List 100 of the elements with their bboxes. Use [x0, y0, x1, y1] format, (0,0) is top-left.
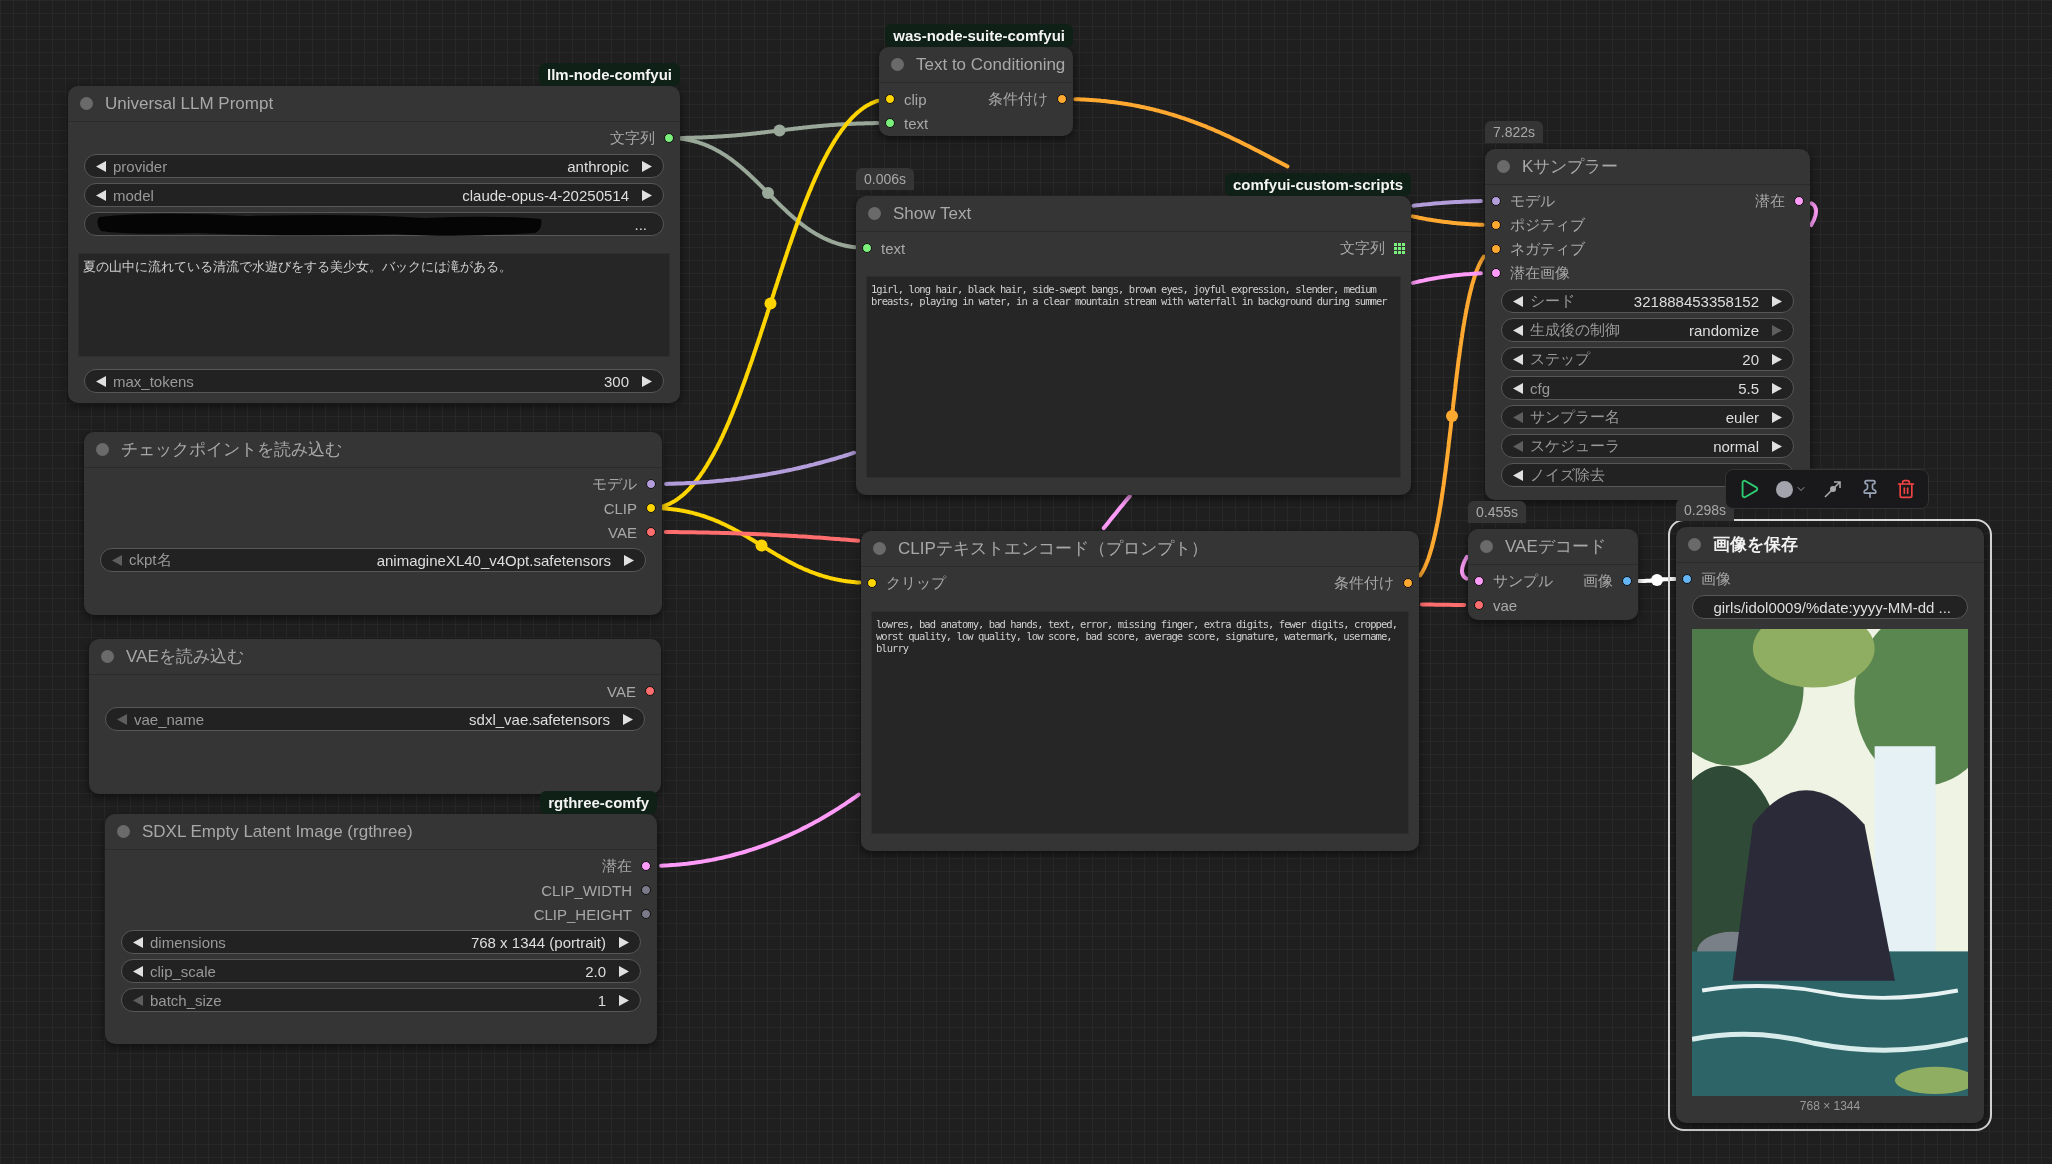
input-port[interactable] [1474, 576, 1484, 586]
combo-widget[interactable]: dimensions 768 x 1344 (portrait) [121, 930, 641, 954]
caret-right-icon[interactable] [1771, 352, 1783, 366]
collapse-dot-icon[interactable] [1480, 540, 1493, 553]
output-port[interactable] [1403, 578, 1413, 588]
caret-left-icon[interactable] [132, 964, 144, 978]
output-port[interactable] [1794, 196, 1804, 206]
output-port[interactable] [641, 861, 651, 871]
link-midpoint-dot[interactable] [764, 297, 777, 310]
output-port[interactable] [645, 686, 655, 696]
node-card[interactable]: Universal LLM Prompt 文字列 provider anthropic model claude-opus-4-20250514 ... 夏の山中に流れている清流で水遊びをする美少女。バックには滝がある。 max_tokens 300 [68, 86, 680, 403]
combo-widget[interactable]: clip_scale 2.0 [121, 959, 641, 983]
input-port[interactable] [885, 94, 895, 104]
collapse-dot-icon[interactable] [873, 542, 886, 555]
output-port[interactable] [1057, 94, 1067, 104]
combo-widget[interactable]: サンプラー名 euler [1501, 405, 1794, 429]
node-card[interactable]: SDXL Empty Latent Image (rgthree) 潜在 CLIP_WIDTH CLIP_HEIGHT dimensions 768 x 1344 (portrait) clip_scale 2.0 batch_size 1 [105, 814, 657, 1044]
link-wire[interactable] [1809, 201, 1818, 228]
collapse-dot-icon[interactable] [101, 650, 114, 663]
link-wire[interactable] [1460, 554, 1469, 581]
node-card[interactable] [861, 531, 1419, 851]
collapse-dot-icon[interactable] [80, 97, 93, 110]
input-port[interactable] [1491, 196, 1501, 206]
output-port[interactable] [1622, 576, 1632, 586]
collapse-dot-icon[interactable] [891, 58, 904, 71]
text-field[interactable]: ... [84, 212, 664, 236]
link-midpoint-dot[interactable] [1651, 574, 1663, 586]
caret-left-icon[interactable] [132, 935, 144, 949]
combo-widget[interactable]: model claude-opus-4-20250514 [84, 183, 664, 207]
node-card[interactable] [856, 196, 1411, 495]
link-wire[interactable] [679, 136, 857, 250]
output-port[interactable] [646, 527, 656, 537]
input-port[interactable] [1491, 268, 1501, 278]
output-port[interactable] [664, 133, 674, 143]
node-card[interactable]: チェックポイントを読み込む モデル CLIP VAE ckpt名 animagineXL40_v4Opt.safetensors [84, 432, 662, 615]
link-midpoint-dot[interactable] [1446, 410, 1458, 422]
input-port[interactable] [1474, 600, 1484, 610]
node-card[interactable]: VAEを読み込む VAE vae_name sdxl_vae.safetensors [89, 639, 661, 794]
caret-left-icon[interactable] [1512, 381, 1524, 395]
link-wire[interactable] [1419, 602, 1467, 607]
link-wire[interactable] [1410, 214, 1485, 227]
link-wire[interactable] [1411, 199, 1483, 208]
input-port[interactable] [862, 243, 872, 253]
link-midpoint-dot[interactable] [755, 539, 768, 552]
text-area[interactable]: lowres, bad anatomy, bad hands, text, error, missing finger, extra digits, fewer digits, cropped, worst quality, low quality, low score, bad score, average score, signature, watermark, username, blurry [871, 611, 1409, 834]
caret-right-icon[interactable] [618, 993, 630, 1007]
collapse-dot-icon[interactable] [96, 443, 109, 456]
input-port[interactable] [885, 118, 895, 128]
caret-right-icon[interactable] [1771, 410, 1783, 424]
caret-right-icon[interactable] [618, 964, 630, 978]
input-port[interactable] [1491, 244, 1501, 254]
caret-right-icon[interactable] [623, 553, 635, 567]
caret-right-icon[interactable] [641, 159, 653, 173]
link-wire[interactable] [664, 450, 857, 486]
node-card[interactable]: VAEデコード サンプル 画像 vae [1468, 529, 1638, 620]
caret-right-icon[interactable] [1771, 439, 1783, 453]
input-port[interactable] [867, 578, 877, 588]
input-port[interactable] [1682, 574, 1692, 584]
combo-widget[interactable]: ステップ 20 [1501, 347, 1794, 371]
text-area[interactable]: 1girl, long hair, black hair, side-swept bangs, brown eyes, joyful expression, slender, medium breasts, playing in water, in a clear mountain stream with waterfall in background during summer [866, 276, 1401, 478]
output-port[interactable] [646, 479, 656, 489]
caret-left-icon[interactable] [95, 374, 107, 388]
link-wire[interactable] [1101, 494, 1132, 531]
collapse-dot-icon[interactable] [1497, 160, 1510, 173]
caret-left-icon[interactable] [95, 188, 107, 202]
combo-widget[interactable]: max_tokens 300 [84, 369, 664, 393]
output-port[interactable] [646, 503, 656, 513]
caret-right-icon[interactable] [618, 935, 630, 949]
caret-right-icon[interactable] [1771, 294, 1783, 308]
caret-left-icon[interactable] [1512, 352, 1524, 366]
caret-left-icon[interactable] [1512, 468, 1524, 482]
collapse-dot-icon[interactable] [1688, 538, 1701, 551]
collapse-dot-icon[interactable] [117, 825, 130, 838]
list-output-icon[interactable] [1394, 242, 1405, 254]
combo-widget[interactable]: cfg 5.5 [1501, 376, 1794, 400]
link-midpoint-dot[interactable] [762, 187, 774, 199]
link-wire[interactable] [679, 121, 880, 140]
caret-left-icon[interactable] [95, 159, 107, 173]
combo-widget[interactable]: スケジューラ normal [1501, 434, 1794, 458]
link-wire[interactable] [659, 792, 861, 868]
combo-widget[interactable]: batch_size 1 [121, 988, 641, 1012]
caret-right-icon[interactable] [1771, 381, 1783, 395]
combo-widget[interactable]: シード 321888453358152 [1501, 289, 1794, 313]
link-wire[interactable] [1411, 271, 1483, 285]
caret-right-icon[interactable] [641, 188, 653, 202]
caret-right-icon[interactable] [622, 712, 634, 726]
caret-left-icon[interactable] [1512, 323, 1524, 337]
caret-right-icon[interactable] [641, 374, 653, 388]
node-card[interactable]: 画像を保存 画像 girls/idol0009/%date:yyyy-MM-dd ... 768 × 1344 [1676, 527, 1984, 1123]
link-wire[interactable] [1073, 97, 1290, 169]
text-area[interactable]: 夏の山中に流れている清流で水遊びをする美少女。バックには滝がある。 [78, 253, 670, 357]
combo-widget[interactable]: provider anthropic [84, 154, 664, 178]
link-wire[interactable] [663, 530, 861, 543]
caret-left-icon[interactable] [1512, 294, 1524, 308]
node-card[interactable]: Kサンプラー モデル 潜在 ポジティブ ネガティブ 潜在画像 シード 321888453358152 生成後の制御 randomize ステップ 20 cfg 5.5 サンプラー名 euler スケジューラ normal ノイズ除去 [1485, 149, 1810, 500]
combo-widget[interactable]: 生成後の制御 randomize [1501, 318, 1794, 342]
collapse-dot-icon[interactable] [868, 207, 881, 220]
link-midpoint-dot[interactable] [773, 124, 786, 137]
combo-widget[interactable]: ckpt名 animagineXL40_v4Opt.safetensors [100, 548, 646, 572]
text-field[interactable]: girls/idol0009/%date:yyyy-MM-dd ... [1692, 595, 1968, 619]
